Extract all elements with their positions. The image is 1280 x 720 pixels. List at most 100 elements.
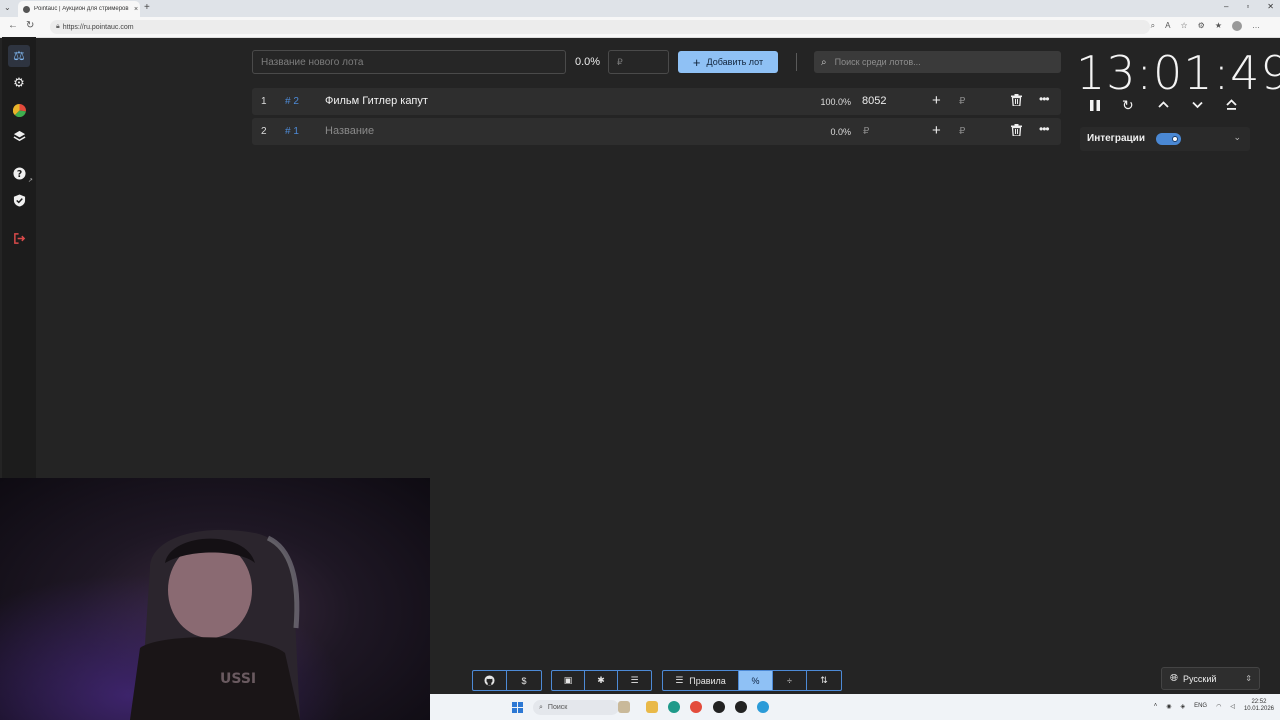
language-select[interactable]: 🌐︎ Русский ⇕ (1161, 667, 1260, 690)
close-window-icon[interactable]: ✕ (1267, 2, 1274, 11)
integrations-toggle[interactable] (1156, 133, 1181, 145)
extensions-icon[interactable]: ⚙ (1198, 21, 1205, 31)
donate-dollar-icon[interactable]: $ (507, 671, 541, 690)
app-icon[interactable] (713, 701, 725, 713)
integrations-panel[interactable]: Интеграции ⌄ (1080, 127, 1250, 151)
svg-text:USSI: USSI (220, 671, 256, 687)
more-options-icon[interactable]: ••• (1039, 122, 1050, 136)
lot-extra-amount[interactable]: ₽ (959, 126, 965, 137)
privacy-nav-shield-icon[interactable] (8, 189, 30, 211)
lot-row: 2 # 1 Название 0.0% ₽ + ₽ ••• (252, 118, 1061, 145)
taskbar-search[interactable]: ⌕ Поиск (533, 700, 619, 715)
favorite-icon[interactable]: ☆ (1180, 21, 1187, 31)
taskbar-clock[interactable]: 22:52 10.01.2026 (1244, 699, 1274, 713)
reload-icon[interactable]: ↻ (26, 20, 34, 31)
rules-label: Правила (689, 675, 726, 686)
lot-id: # 2 (285, 96, 299, 107)
tray-app-icon[interactable]: ◈ (1180, 703, 1185, 710)
layers-nav-icon[interactable] (8, 125, 30, 147)
zoom-icon[interactable]: ⌕ (1151, 21, 1155, 31)
address-bar: ← ↻ 🔒︎ https://ru.pointauc.com ⌕ A ☆ ⚙ ★… (0, 17, 1280, 38)
back-icon[interactable]: ← (8, 20, 18, 31)
lot-row: 1 # 2 Фильм Гитлер капут 100.0% 8052 + ₽… (252, 88, 1061, 115)
svg-text:?: ? (16, 168, 21, 179)
taskbar-time: 22:52 (1251, 699, 1267, 705)
expand-chevron-icon[interactable]: ⌄ (1233, 132, 1241, 143)
settings-nav-gear-icon[interactable]: ⚙ (8, 72, 30, 94)
lot-percent: 100.0% (820, 97, 851, 107)
tab-title: Pointauc | Аукцион для стримеров (34, 6, 129, 12)
bug-report-icon[interactable]: ✱ (585, 671, 618, 690)
lot-amount[interactable]: 8052 (862, 95, 886, 107)
tray-app-icon[interactable]: ◉ (1166, 703, 1171, 710)
taskbar-search-placeholder: Поиск (547, 704, 568, 711)
sort-icon[interactable]: ⇅ (807, 671, 841, 690)
collapse-icon[interactable] (1225, 98, 1238, 114)
lot-extra-amount[interactable]: ₽ (959, 96, 965, 107)
search-icon: ⌕ (539, 703, 543, 711)
webcam-image: USSI (0, 478, 430, 720)
chevron-up-icon[interactable] (1157, 98, 1170, 114)
restart-icon[interactable]: ↻ (1122, 97, 1134, 114)
telegram-icon[interactable] (757, 701, 769, 713)
tab-menu-icon[interactable]: ⌄ (4, 3, 11, 12)
github-icon[interactable] (473, 671, 507, 690)
auction-nav-gavel-icon[interactable]: ⚖ (8, 45, 30, 67)
system-tray: ˄ ◉ ◈ ENG ◠ ◁ 22:52 10.01.2026 (1154, 699, 1274, 713)
external-link-icon: ↗ (28, 178, 34, 184)
windows-start-icon[interactable] (512, 702, 523, 713)
delete-lot-trash-icon[interactable] (1011, 94, 1022, 109)
new-lot-amount-input[interactable] (608, 50, 669, 74)
add-amount-icon[interactable]: + (932, 92, 941, 109)
more-options-icon[interactable]: ••• (1039, 92, 1050, 106)
browser-tab[interactable]: Pointauc | Аукцион для стримеров × (18, 1, 140, 17)
lot-amount-placeholder[interactable]: ₽ (863, 126, 869, 137)
new-lot-input[interactable] (252, 50, 566, 74)
rules-button[interactable]: ☰ Правила (663, 671, 739, 690)
taskbar-date: 10.01.2026 (1243, 706, 1274, 712)
lot-search-input[interactable] (832, 56, 1061, 68)
chevron-down-icon[interactable] (1191, 98, 1204, 114)
edge-icon[interactable] (668, 701, 680, 713)
help-nav-icon[interactable]: ? (8, 162, 30, 184)
url-field[interactable]: 🔒︎ https://ru.pointauc.com (50, 20, 1150, 34)
tray-chevron-icon[interactable]: ˄ (1154, 703, 1158, 709)
new-tab-button[interactable]: + (144, 2, 150, 13)
view-group: ☰ Правила % ÷ ⇅ (662, 670, 842, 691)
clear-list-icon[interactable]: ☰ (618, 671, 651, 690)
add-lot-button[interactable]: + Добавить лот (678, 51, 778, 73)
profile-avatar[interactable] (1232, 21, 1242, 31)
menu-icon[interactable]: … (1252, 21, 1260, 31)
lot-name[interactable]: Фильм Гитлер капут (325, 95, 428, 107)
tab-close-icon[interactable]: × (132, 6, 140, 13)
pause-icon[interactable] (1089, 99, 1101, 115)
save-icon[interactable]: ▣ (552, 671, 585, 690)
wifi-icon[interactable]: ◠ (1216, 703, 1221, 710)
add-amount-icon[interactable]: + (932, 122, 941, 139)
lot-search[interactable]: ⌕ (814, 51, 1061, 73)
file-explorer-icon[interactable] (646, 701, 658, 713)
toggle-knob (1172, 136, 1178, 142)
url-text: https://ru.pointauc.com (62, 23, 134, 31)
tools-group: ▣ ✱ ☰ (551, 670, 652, 691)
read-aloud-icon[interactable]: A (1165, 21, 1170, 31)
volume-icon[interactable]: ◁ (1230, 703, 1235, 710)
add-lot-label: Добавить лот (706, 57, 764, 67)
stats-nav-pie-chart-icon[interactable] (8, 99, 30, 121)
percent-mode-button[interactable]: % (739, 671, 773, 690)
lot-name-placeholder[interactable]: Название (325, 125, 374, 137)
input-language[interactable]: ENG (1194, 703, 1207, 709)
lot-index: 1 (261, 96, 267, 107)
search-icon: ⌕ (821, 56, 827, 68)
split-icon[interactable]: ÷ (773, 671, 807, 690)
chrome-icon[interactable] (690, 701, 702, 713)
minimize-icon[interactable]: – (1224, 2, 1228, 11)
maximize-icon[interactable]: ▫ (1246, 2, 1249, 11)
browser-tools: ⌕ A ☆ ⚙ ★ … (1151, 21, 1260, 31)
plus-icon: + (692, 54, 701, 70)
favorites-icon[interactable]: ★ (1215, 21, 1222, 31)
widget-icon[interactable] (618, 701, 630, 713)
delete-lot-trash-icon[interactable] (1011, 124, 1022, 139)
logout-icon[interactable] (8, 227, 30, 249)
app-icon[interactable] (735, 701, 747, 713)
